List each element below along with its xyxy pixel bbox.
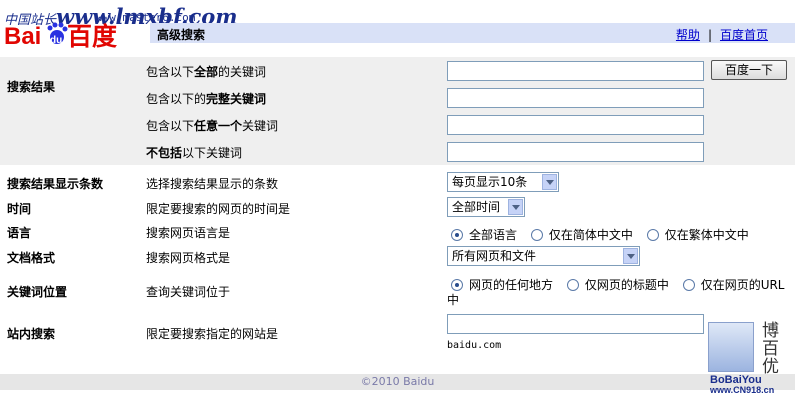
mac-finder-icon bbox=[708, 322, 754, 372]
exclude-words-input[interactable] bbox=[447, 142, 704, 162]
chevron-down-icon[interactable] bbox=[508, 199, 523, 215]
radio-traditional-label[interactable]: 仅在繁体中文中 bbox=[665, 228, 749, 242]
corner-url: www.CN918.cn bbox=[710, 385, 775, 395]
link-separator: | bbox=[707, 28, 712, 42]
any-words-label: 包含以下任意一个关键词 bbox=[146, 119, 279, 133]
help-link[interactable]: 帮助 bbox=[676, 28, 700, 42]
radio-title[interactable] bbox=[566, 279, 579, 291]
time-desc: 限定要搜索的网页的时间是 bbox=[146, 202, 291, 216]
radio-title-label[interactable]: 仅网页的标题中 bbox=[585, 278, 669, 292]
corner-chars: 博 百 优 bbox=[762, 321, 779, 377]
top-links: 帮助 | 百度首页 bbox=[676, 26, 768, 43]
position-options: 网页的任何地方 仅网页的标题中 仅在网页的URL bbox=[451, 276, 785, 293]
any-words-input[interactable] bbox=[447, 115, 704, 135]
page-title: 高级搜索 bbox=[157, 28, 206, 42]
count-label: 搜索结果显示条数 bbox=[7, 177, 104, 191]
site-label: 站内搜索 bbox=[7, 327, 56, 341]
time-label: 时间 bbox=[7, 202, 32, 216]
language-label: 语言 bbox=[7, 226, 32, 240]
format-select[interactable]: 所有网页和文件 bbox=[447, 246, 640, 266]
home-link[interactable]: 百度首页 bbox=[720, 28, 768, 42]
radio-all-languages-label[interactable]: 全部语言 bbox=[469, 228, 517, 242]
position-label: 关键词位置 bbox=[7, 285, 68, 299]
count-desc: 选择搜索结果显示的条数 bbox=[146, 177, 279, 191]
radio-traditional[interactable] bbox=[646, 229, 659, 241]
count-select[interactable]: 每页显示10条 bbox=[447, 172, 559, 192]
radio-url[interactable] bbox=[682, 279, 695, 291]
chevron-down-icon[interactable] bbox=[542, 174, 557, 190]
footer-copyright: ©2010 Baidu bbox=[0, 374, 795, 390]
search-button[interactable]: 百度一下 bbox=[711, 60, 787, 80]
radio-anywhere-label[interactable]: 网页的任何地方 bbox=[469, 278, 553, 292]
all-words-label: 包含以下全部的关键词 bbox=[146, 65, 267, 79]
search-results-label: 搜索结果 bbox=[7, 80, 56, 94]
logo-bai: Bai bbox=[4, 23, 41, 48]
logo-cn: 百度 bbox=[67, 22, 117, 48]
exact-phrase-input[interactable] bbox=[447, 88, 704, 108]
baidu-logo[interactable]: Bai du 百度 bbox=[4, 22, 142, 48]
radio-url-label[interactable]: 仅在网页的URL bbox=[701, 278, 785, 292]
radio-all-languages[interactable] bbox=[451, 229, 463, 241]
exclude-words-label: 不包括以下关键词 bbox=[146, 146, 243, 160]
language-desc: 搜索网页语言是 bbox=[146, 226, 231, 240]
chevron-down-icon[interactable] bbox=[623, 248, 638, 264]
language-options: 全部语言 仅在简体中文中 仅在繁体中文中 bbox=[451, 226, 749, 243]
radio-url-label-wrap: 中 bbox=[447, 293, 460, 307]
site-input[interactable] bbox=[447, 314, 704, 334]
logo-du: du bbox=[50, 35, 62, 46]
site-desc: 限定要搜索指定的网站是 bbox=[146, 327, 279, 341]
position-desc: 查询关键词位于 bbox=[146, 285, 231, 299]
site-hint: baidu.com bbox=[447, 340, 502, 351]
radio-simplified[interactable] bbox=[530, 229, 543, 241]
radio-simplified-label[interactable]: 仅在简体中文中 bbox=[549, 228, 633, 242]
time-select[interactable]: 全部时间 bbox=[447, 197, 525, 217]
corner-watermark: 博 百 优 BoBaiYou www.CN918.cn bbox=[708, 322, 795, 396]
format-label: 文档格式 bbox=[7, 251, 56, 265]
radio-anywhere[interactable] bbox=[451, 279, 463, 291]
exact-phrase-label: 包含以下的完整关键词 bbox=[146, 92, 267, 106]
format-desc: 搜索网页格式是 bbox=[146, 251, 231, 265]
all-words-input[interactable] bbox=[447, 61, 704, 81]
